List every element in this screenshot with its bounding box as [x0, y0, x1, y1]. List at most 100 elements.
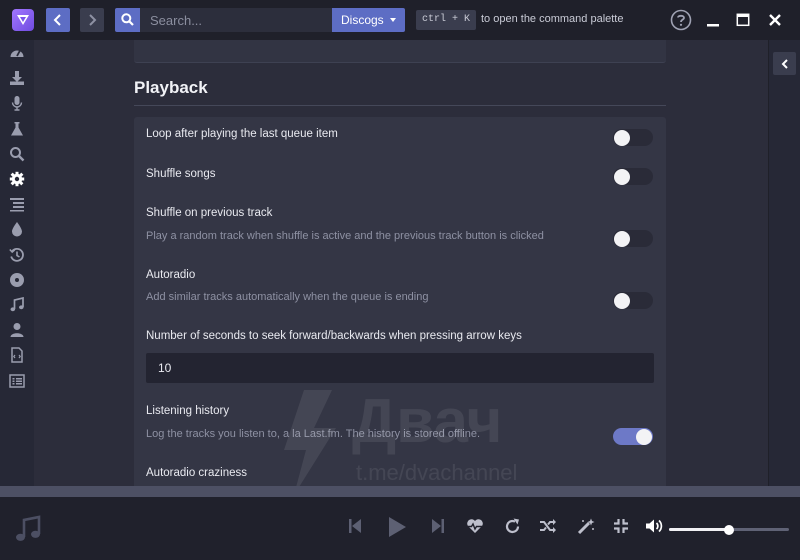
close-window-button[interactable]	[768, 9, 782, 34]
setting-desc-shuffle-previous: Play a random track when shuffle is acti…	[146, 230, 544, 242]
album-art-placeholder	[15, 515, 41, 546]
section-title: Playback	[134, 78, 208, 97]
help-button[interactable]	[670, 9, 692, 34]
volume-knob[interactable]	[724, 525, 734, 535]
dashboard-icon	[10, 50, 24, 57]
sidebar-item-flask[interactable]	[9, 121, 25, 137]
file-code-icon	[11, 347, 23, 363]
setting-label-seek-seconds: Number of seconds to seek forward/backwa…	[146, 330, 522, 342]
volume-fill	[669, 528, 729, 531]
chevron-left-icon	[53, 14, 61, 26]
microphone-icon	[11, 96, 23, 111]
caret-down-icon	[390, 18, 396, 22]
right-panel	[768, 40, 800, 486]
skip-forward-icon	[432, 519, 444, 533]
settings-panel: Playback Loop after playing the last que…	[34, 40, 768, 486]
music-note-icon	[16, 515, 41, 541]
shortcut-key: ctrl + K	[416, 10, 477, 30]
chevron-right-icon	[89, 14, 97, 26]
watermark-logo: Двач t.me/dvachannel	[284, 387, 517, 486]
minimize-window-button[interactable]	[706, 9, 720, 34]
toggle-knob	[614, 230, 630, 247]
setting-label-history: Listening history	[146, 405, 230, 417]
play-button[interactable]	[387, 516, 407, 541]
previous-settings-card	[134, 40, 666, 63]
toggle-shuffle[interactable]	[613, 168, 653, 185]
search-input[interactable]	[140, 8, 332, 32]
sidebar-item-list[interactable]	[9, 373, 25, 389]
search-icon	[121, 13, 134, 26]
watermark-subtitle: t.me/dvachannel	[356, 460, 517, 485]
repeat-button[interactable]	[504, 518, 521, 538]
command-palette-hint: to open the command palette	[481, 13, 624, 25]
skip-forward-button[interactable]	[431, 518, 445, 537]
gear-icon	[9, 171, 25, 187]
user-icon	[10, 323, 24, 337]
volume-up-icon	[646, 519, 663, 533]
expand-right-panel-button[interactable]	[773, 52, 796, 75]
volume-slider[interactable]	[669, 525, 789, 535]
skip-back-icon	[349, 519, 361, 533]
sidebar-item-microphone[interactable]	[9, 95, 25, 111]
app-logo-icon	[12, 9, 34, 31]
sidebar-item-file[interactable]	[9, 347, 25, 363]
setting-label-loop: Loop after playing the last queue item	[146, 128, 338, 140]
maximize-window-button[interactable]	[736, 9, 750, 34]
setting-label-autoradio-craziness: Autoradio craziness	[146, 467, 247, 479]
toggle-autoradio[interactable]	[613, 292, 653, 309]
search-source-select[interactable]: Discogs	[332, 8, 405, 32]
sidebar-item-vinyl[interactable]	[9, 272, 25, 288]
download-icon	[10, 71, 24, 85]
sidebar	[0, 40, 34, 486]
music-note-icon	[10, 297, 24, 312]
maximize-icon	[736, 13, 750, 27]
seek-bar[interactable]	[0, 486, 800, 497]
sidebar-item-dashboard[interactable]	[9, 45, 25, 61]
shuffle-icon	[540, 519, 556, 533]
toggle-knob	[614, 292, 630, 309]
skip-back-button[interactable]	[348, 518, 362, 537]
play-icon	[389, 517, 406, 537]
heart-pulse-icon	[467, 519, 483, 533]
setting-label-shuffle-previous: Shuffle on previous track	[146, 207, 273, 219]
toggle-knob	[614, 129, 630, 146]
forward-button[interactable]	[80, 8, 104, 32]
sidebar-item-queue[interactable]	[9, 196, 25, 212]
top-bar: Discogs ctrl + K to open the command pal…	[0, 0, 800, 40]
toggle-history[interactable]	[613, 428, 653, 445]
mini-player-button[interactable]	[613, 518, 629, 537]
sidebar-item-download[interactable]	[9, 70, 25, 86]
magic-wand-icon	[577, 518, 595, 535]
vinyl-disc-icon	[10, 273, 24, 287]
close-icon	[769, 14, 781, 26]
volume-button[interactable]	[645, 518, 665, 537]
minimize-icon	[707, 24, 719, 27]
like-button[interactable]	[466, 518, 484, 537]
question-circle-icon	[670, 9, 692, 31]
search-source-value: Discogs	[341, 13, 384, 27]
sidebar-item-search[interactable]	[9, 146, 25, 162]
droplet-icon	[12, 222, 22, 237]
setting-label-autoradio: Autoradio	[146, 269, 196, 281]
sidebar-item-user[interactable]	[9, 322, 25, 338]
repeat-icon	[505, 518, 520, 534]
history-icon	[9, 247, 24, 262]
magic-button[interactable]	[577, 518, 595, 538]
queue-list-icon	[10, 198, 24, 212]
shuffle-button[interactable]	[539, 518, 557, 537]
sidebar-item-music[interactable]	[9, 297, 25, 313]
player-bar	[0, 497, 800, 560]
sidebar-item-settings[interactable]	[9, 171, 25, 187]
seek-seconds-input[interactable]	[146, 353, 654, 383]
watermark-title: Двач	[352, 387, 502, 456]
toggle-knob	[636, 428, 652, 445]
compress-icon	[614, 519, 628, 533]
setting-desc-autoradio: Add similar tracks automatically when th…	[146, 291, 429, 303]
toggle-loop[interactable]	[613, 129, 653, 146]
sidebar-item-history[interactable]	[9, 247, 25, 263]
toggle-knob	[614, 168, 630, 185]
search-button[interactable]	[115, 8, 140, 32]
sidebar-item-droplet[interactable]	[9, 221, 25, 237]
toggle-shuffle-previous[interactable]	[613, 230, 653, 247]
back-button[interactable]	[46, 8, 70, 32]
